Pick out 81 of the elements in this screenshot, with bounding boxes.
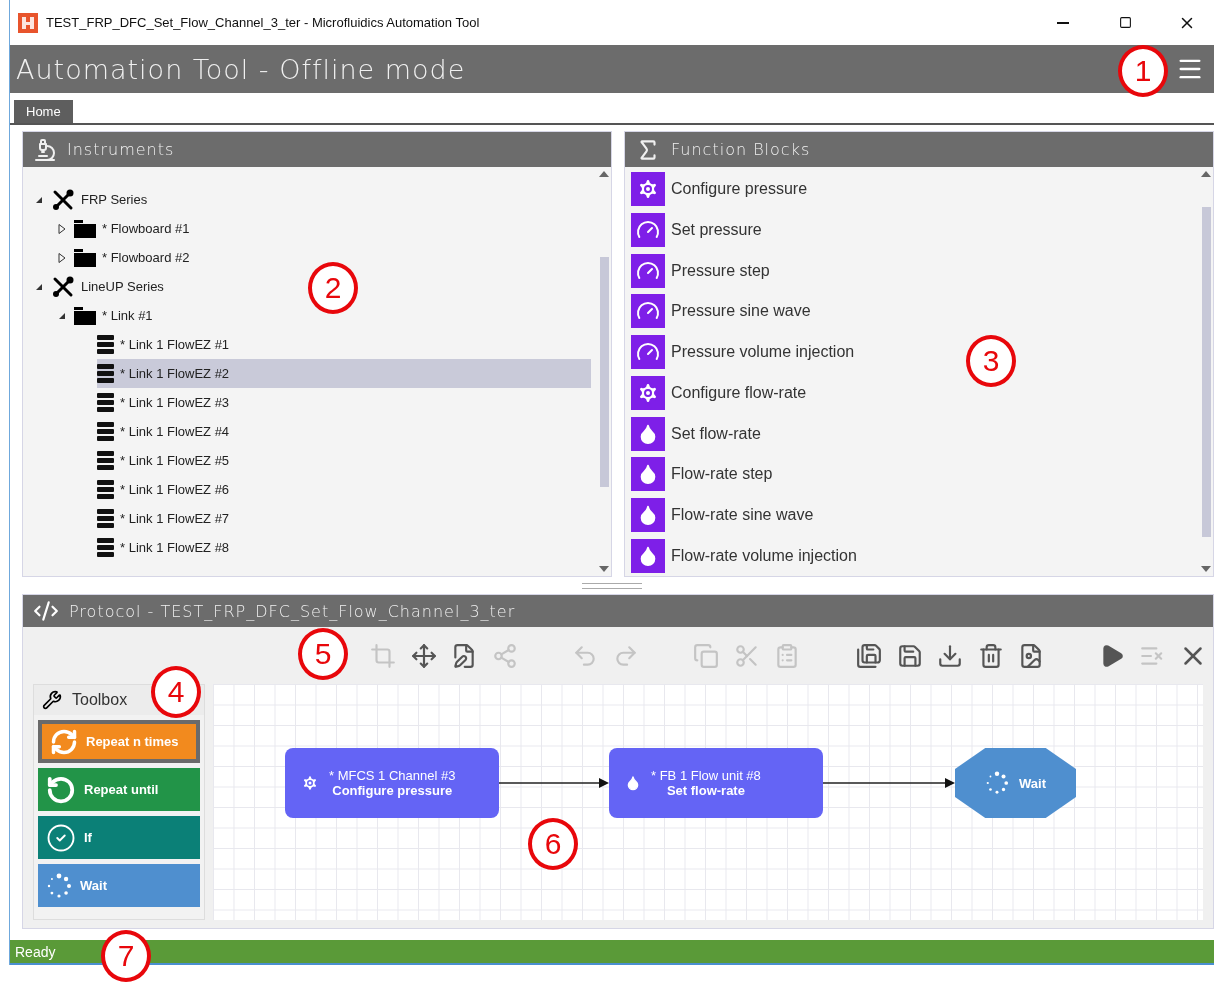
crop-icon [370,642,397,669]
code-icon [33,598,59,624]
function-node[interactable]: * FB 1 Flow unit #8 Set flow-rate [609,748,823,818]
device-icon [97,538,114,557]
device-icon [97,422,114,441]
function-block-item[interactable]: Flow-rate volume injection [671,546,857,565]
device-icon [97,451,114,470]
save-all-icon [856,642,883,669]
function-node[interactable]: * MFCS 1 Channel #3 Configure pressure [285,748,499,818]
toolbox-item[interactable]: If [38,816,200,859]
tree-item[interactable]: * Link 1 FlowEZ #6 [97,475,230,504]
scroll-up-icon[interactable] [599,171,609,177]
expander-icon[interactable] [56,222,68,235]
panel-title: Instruments [67,140,175,159]
panel-title: Protocol - TEST_FRP_DFC_Set_Flow_Channel_3_ter [69,601,516,621]
trash-icon [977,642,1004,669]
scrollbar-thumb[interactable] [1201,206,1211,537]
device-icon [97,393,114,412]
scroll-up-icon[interactable] [1201,171,1211,177]
move-icon [410,642,437,669]
device-icon [97,335,114,354]
function-block-item[interactable]: Pressure step [671,261,770,280]
clipboard-icon [774,642,800,669]
function-block-item[interactable]: Set flow-rate [671,424,761,443]
tools-icon [51,274,75,299]
tree-item[interactable]: * Link #1 [74,301,153,330]
dotted-circle-icon [46,872,72,899]
save-icon [896,642,923,669]
function-block-item[interactable]: Set pressure [671,221,762,240]
panel-title: Function Blocks [671,140,811,159]
toolbox-item[interactable]: Repeat until [38,768,200,811]
tree-item[interactable]: * Link 1 FlowEZ #2 [97,359,591,388]
tree-item[interactable]: * Link 1 FlowEZ #7 [97,504,230,533]
connector-icon [491,642,518,669]
maximize-icon [1118,16,1132,29]
wrench-icon [42,690,62,710]
download-icon [937,642,964,669]
check-circle-icon [46,822,76,853]
tab[interactable]: Home [14,100,73,123]
gear-icon [301,774,319,792]
scroll-down-icon[interactable] [1201,566,1211,572]
app-logo-icon [18,12,38,33]
tree-item[interactable]: * Link 1 FlowEZ #3 [97,388,230,417]
scroll-down-icon[interactable] [599,566,609,572]
function-block-item[interactable]: Flow-rate step [671,465,773,484]
function-block-item[interactable]: Flow-rate sine wave [671,505,814,524]
scrollbar-thumb[interactable] [599,256,609,487]
drop-icon [625,775,641,791]
expander-icon[interactable] [56,251,68,264]
callout-number: 7 [101,930,151,982]
folder-icon [74,306,96,325]
function-block-item[interactable]: Pressure volume injection [671,343,855,362]
tree-item[interactable]: * Link 1 FlowEZ #5 [97,446,230,475]
window-title: TEST_FRP_DFC_Set_Flow_Channel_3_ter - Microfluidics Automation Tool [46,15,481,30]
tree-item[interactable]: * Link 1 FlowEZ #1 [97,330,230,359]
device-icon [97,509,114,528]
minimize-icon [1057,21,1069,24]
tree-item[interactable]: LineUP Series [51,272,164,301]
microscope-icon [33,137,57,162]
folder-icon [74,248,96,267]
function-block-item[interactable]: Pressure sine wave [671,302,811,321]
refresh-icon [50,727,78,756]
splitter-handle[interactable] [582,582,642,589]
tree-item[interactable]: FRP Series [51,185,148,214]
scissors-icon [733,642,760,669]
copy-icon [693,642,720,669]
function-block-item[interactable]: Configure pressure [671,180,808,199]
tree-item[interactable]: * Flowboard #2 [74,243,190,272]
folder-icon [74,219,96,238]
function-block-item[interactable]: Configure flow-rate [671,383,807,402]
device-icon [97,364,114,383]
rotate-icon [46,774,76,805]
tree-item[interactable]: * Flowboard #1 [74,214,190,243]
tree-item[interactable]: * Link 1 FlowEZ #8 [97,533,230,562]
status-text: Ready [15,943,56,960]
tree-item[interactable]: * Link 1 FlowEZ #4 [97,417,230,446]
app-title: Automation Tool - Offline mode [16,53,466,85]
tools-icon [51,187,75,212]
dotted-circle-icon [985,771,1009,795]
toolbox-title: Toolbox [72,691,128,709]
device-icon [97,480,114,499]
